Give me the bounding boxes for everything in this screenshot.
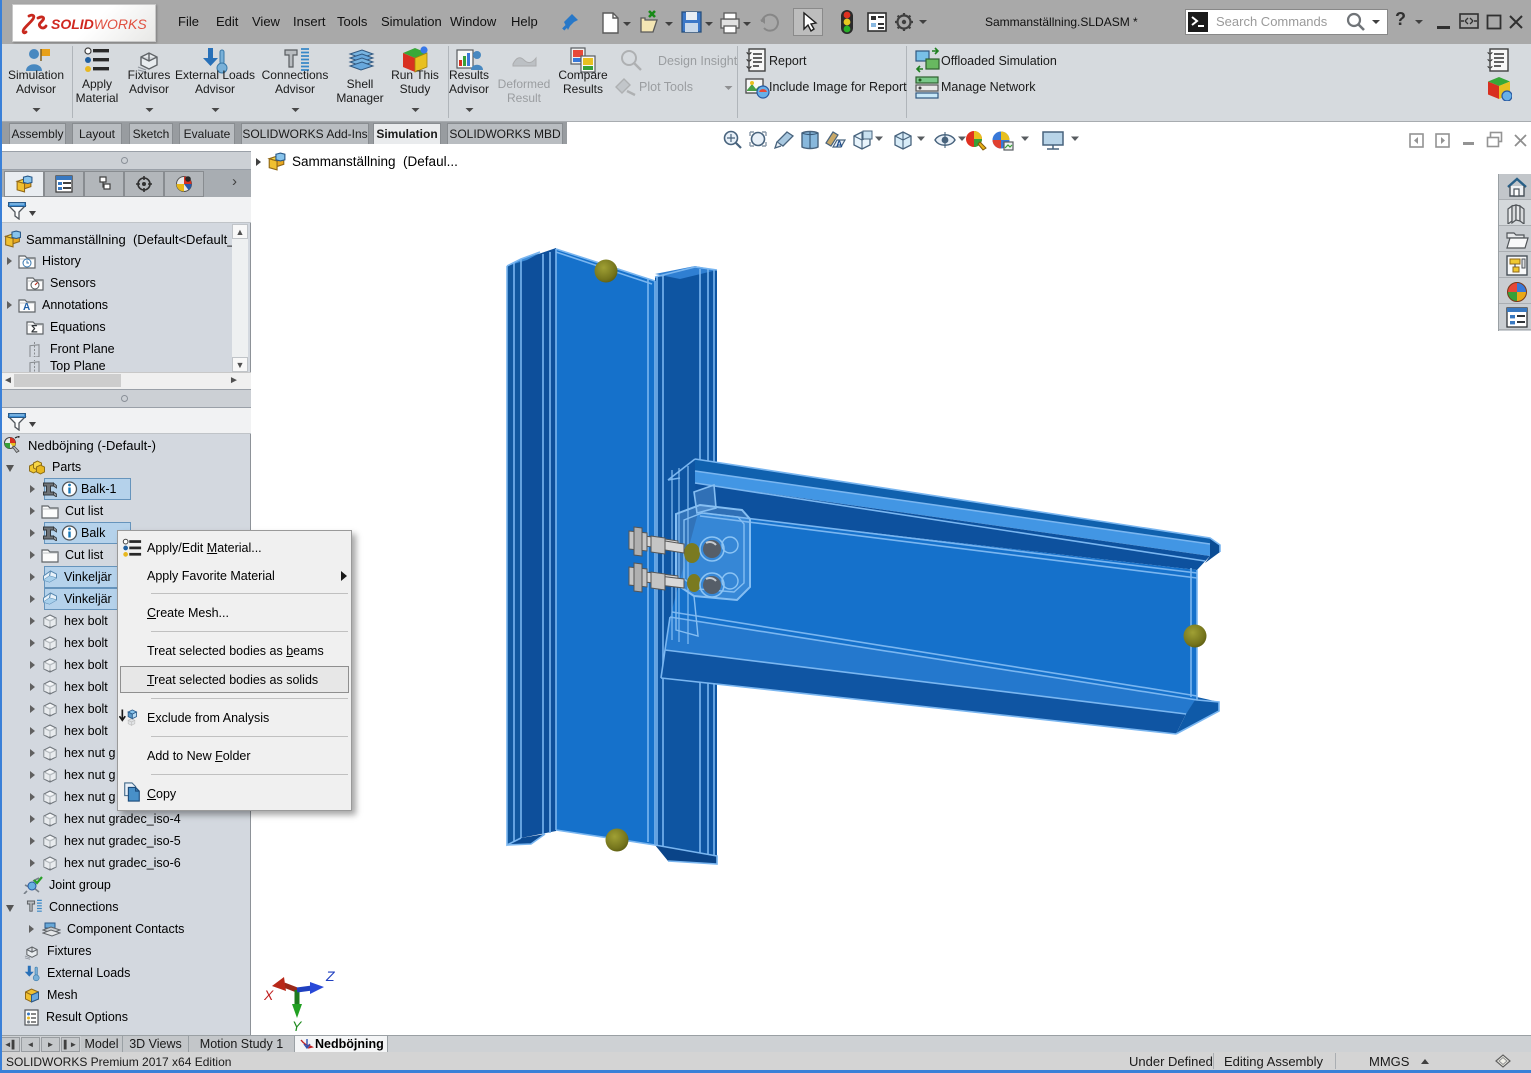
svg-text:A: A: [836, 139, 843, 149]
svg-text:Z: Z: [325, 968, 335, 984]
svg-text:X: X: [264, 987, 274, 1003]
svg-text:A: A: [23, 302, 30, 313]
svg-text:Y: Y: [292, 1018, 303, 1032]
svg-text:SOLIDWORKS: SOLIDWORKS: [51, 16, 147, 32]
svg-text:Σ: Σ: [31, 324, 38, 336]
